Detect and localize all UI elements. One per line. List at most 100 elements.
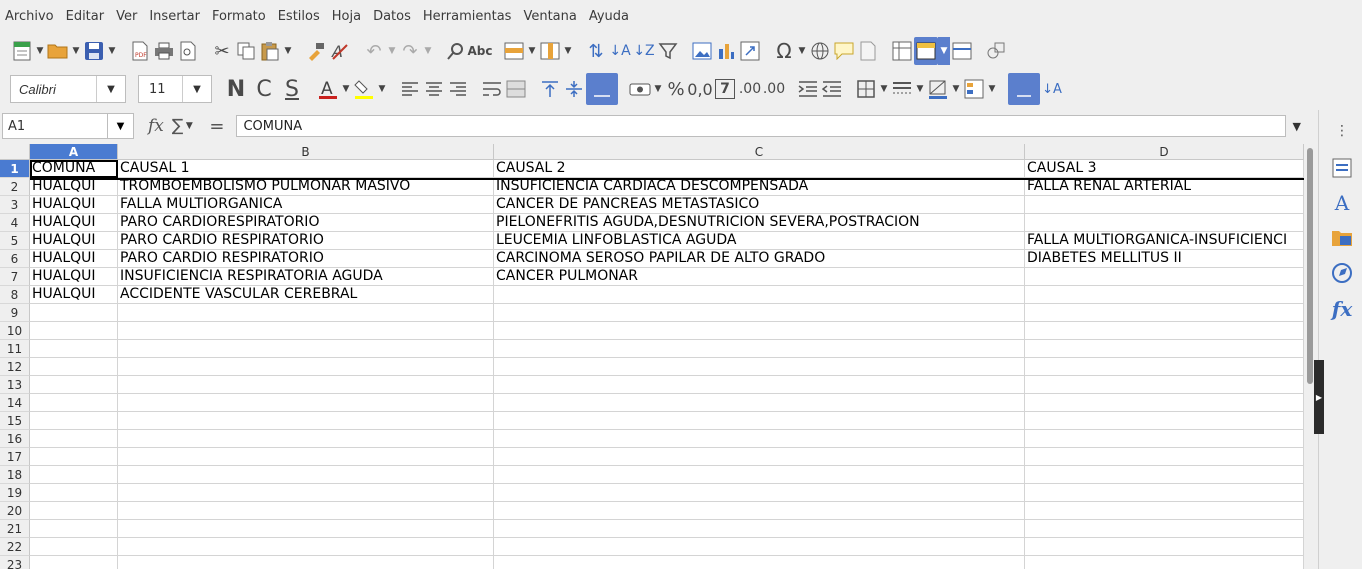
cell-c1[interactable]: CAUSAL 2 [494, 160, 1025, 178]
chevron-down-icon[interactable]: ▼ [986, 75, 998, 103]
cell-a19[interactable] [30, 484, 118, 502]
border-color-icon[interactable] [926, 75, 950, 103]
menu-ayuda[interactable]: Ayuda [583, 0, 635, 34]
highlight-color-icon[interactable] [352, 75, 376, 103]
cut-icon[interactable]: ✂ [210, 37, 234, 65]
find-replace-icon[interactable] [444, 37, 468, 65]
undo-icon[interactable]: ↶ [362, 37, 386, 65]
cell-a7[interactable]: HUALQUI [30, 268, 118, 286]
cell-a11[interactable] [30, 340, 118, 358]
cell-c17[interactable] [494, 448, 1025, 466]
menu-insertar[interactable]: Insertar [143, 0, 206, 34]
row-header-3[interactable]: 3 [0, 196, 30, 214]
cell-a22[interactable] [30, 538, 118, 556]
cell-a9[interactable] [30, 304, 118, 322]
cell-b2[interactable]: TROMBOEMBOLISMO PULMONAR MASIVO [118, 178, 494, 196]
cell-c15[interactable] [494, 412, 1025, 430]
freeze-rows-columns-icon[interactable] [914, 37, 938, 65]
cell-b1[interactable]: CAUSAL 1 [118, 160, 494, 178]
text-direction-icon[interactable] [1008, 73, 1040, 105]
row-header-9[interactable]: 9 [0, 304, 30, 322]
copy-icon[interactable] [234, 37, 258, 65]
cell-d10[interactable] [1025, 322, 1304, 340]
cell-d20[interactable] [1025, 502, 1304, 520]
cell-d18[interactable] [1025, 466, 1304, 484]
cell-a12[interactable] [30, 358, 118, 376]
decrease-indent-icon[interactable] [820, 75, 844, 103]
italic-button[interactable]: C [250, 75, 278, 103]
row-header-22[interactable]: 22 [0, 538, 30, 556]
cell-a23[interactable] [30, 556, 118, 569]
chevron-down-icon[interactable]: ▼ [652, 75, 664, 103]
cell-c10[interactable] [494, 322, 1025, 340]
cell-a2[interactable]: HUALQUI [30, 178, 118, 196]
cell-b7[interactable]: INSUFICIENCIA RESPIRATORIA AGUDA [118, 268, 494, 286]
cell-b17[interactable] [118, 448, 494, 466]
cell-d16[interactable] [1025, 430, 1304, 448]
hyperlink-icon[interactable] [808, 37, 832, 65]
cell-b20[interactable] [118, 502, 494, 520]
column-icon[interactable] [538, 37, 562, 65]
cell-b22[interactable] [118, 538, 494, 556]
chevron-down-icon[interactable]: ▼ [386, 37, 398, 65]
cell-b10[interactable] [118, 322, 494, 340]
borders-icon[interactable] [854, 75, 878, 103]
clone-formatting-icon[interactable] [304, 37, 328, 65]
cell-b12[interactable] [118, 358, 494, 376]
cell-d1[interactable]: CAUSAL 3 [1025, 160, 1304, 178]
cell-a18[interactable] [30, 466, 118, 484]
cell-d6[interactable]: DIABETES MELLITUS II [1025, 250, 1304, 268]
chevron-down-icon[interactable]: ▼ [950, 75, 962, 103]
name-box[interactable]: A1 [2, 113, 108, 139]
cell-b8[interactable]: ACCIDENTE VASCULAR CEREBRAL [118, 286, 494, 304]
save-icon[interactable] [82, 37, 106, 65]
show-draw-functions-icon[interactable] [984, 37, 1008, 65]
sidebar-collapse-handle[interactable]: ▶ [1314, 360, 1324, 434]
cell-a5[interactable]: HUALQUI [30, 232, 118, 250]
align-top-icon[interactable] [538, 75, 562, 103]
date-format-button[interactable]: 7 [715, 79, 735, 99]
cell-d8[interactable] [1025, 286, 1304, 304]
chevron-down-icon[interactable]: ▼ [376, 75, 388, 103]
cell-d15[interactable] [1025, 412, 1304, 430]
add-decimal-button[interactable]: .00 [738, 75, 762, 103]
align-left-icon[interactable] [398, 75, 422, 103]
row-header-12[interactable]: 12 [0, 358, 30, 376]
cell-b23[interactable] [118, 556, 494, 569]
cell-c5[interactable]: LEUCEMIA LINFOBLASTICA AGUDA [494, 232, 1025, 250]
column-header-d[interactable]: D [1025, 144, 1304, 160]
cell-a20[interactable] [30, 502, 118, 520]
cell-c9[interactable] [494, 304, 1025, 322]
row-header-7[interactable]: 7 [0, 268, 30, 286]
cell-d19[interactable] [1025, 484, 1304, 502]
chevron-down-icon[interactable]: ▼ [526, 37, 538, 65]
autofilter-icon[interactable] [656, 37, 680, 65]
cell-a21[interactable] [30, 520, 118, 538]
cell-c18[interactable] [494, 466, 1025, 484]
cell-a15[interactable] [30, 412, 118, 430]
row-header-8[interactable]: 8 [0, 286, 30, 304]
column-header-b[interactable]: B [118, 144, 494, 160]
cell-b5[interactable]: PARO CARDIO RESPIRATORIO [118, 232, 494, 250]
cell-b3[interactable]: FALLA MULTIORGANICA [118, 196, 494, 214]
menu-editar[interactable]: Editar [60, 0, 111, 34]
cell-b13[interactable] [118, 376, 494, 394]
formula-input[interactable]: COMUNA [236, 115, 1287, 137]
chevron-down-icon[interactable]: ▼ [562, 37, 574, 65]
row-header-4[interactable]: 4 [0, 214, 30, 232]
formula-icon[interactable]: = [209, 116, 224, 137]
cell-a14[interactable] [30, 394, 118, 412]
chevron-down-icon[interactable]: ▼ [70, 37, 82, 65]
cell-b16[interactable] [118, 430, 494, 448]
chevron-down-icon[interactable]: ▼ [282, 37, 294, 65]
pivot-table-icon[interactable] [738, 37, 762, 65]
cell-a10[interactable] [30, 322, 118, 340]
cell-c11[interactable] [494, 340, 1025, 358]
cell-d13[interactable] [1025, 376, 1304, 394]
percent-format-button[interactable]: % [664, 75, 688, 103]
cell-b14[interactable] [118, 394, 494, 412]
chevron-down-icon[interactable]: ▼ [34, 37, 46, 65]
spellcheck-icon[interactable]: Abc [468, 37, 493, 65]
new-spreadsheet-icon[interactable] [10, 37, 34, 65]
row-header-13[interactable]: 13 [0, 376, 30, 394]
